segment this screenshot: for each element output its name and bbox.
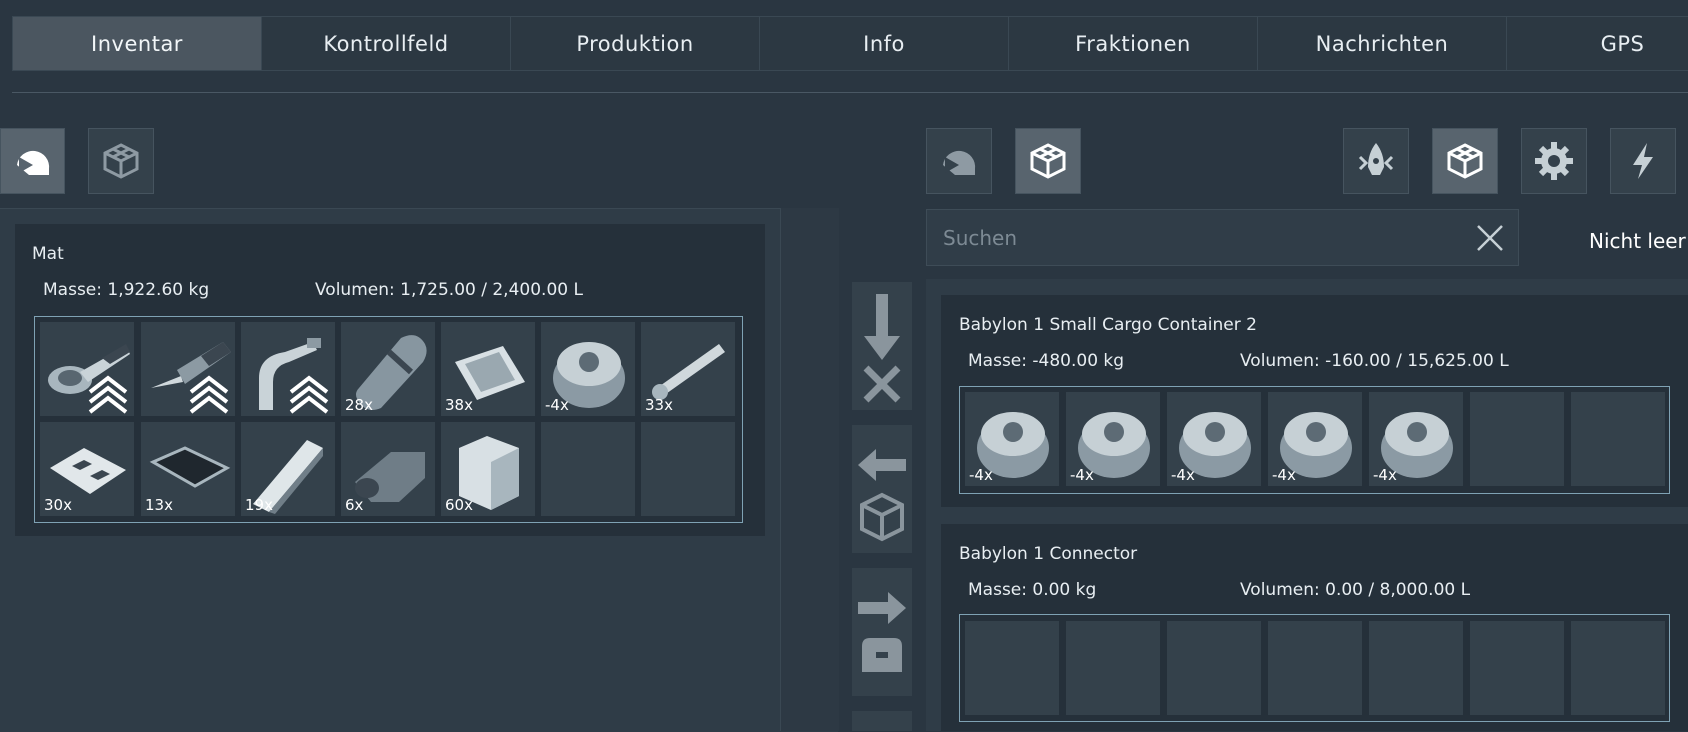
item-quantity: 6x (345, 496, 364, 514)
container-mass: Masse: 0.00 kg (968, 580, 1097, 600)
inventory-slot[interactable]: 13x (141, 422, 235, 516)
header-divider (12, 92, 1688, 93)
filter-not-empty-toggle[interactable]: Nicht leer (1589, 229, 1686, 253)
cube-icon (103, 143, 139, 179)
move-to-character-button[interactable] (852, 568, 912, 696)
inventory-slot-empty[interactable] (1066, 621, 1160, 715)
search-input[interactable] (941, 222, 1445, 254)
character-inventory-button[interactable] (0, 128, 65, 194)
inventory-volume: Volumen: 1,725.00 / 2,400.00 L (315, 280, 583, 300)
transfer-extra-button[interactable] (852, 711, 912, 731)
tab-gps[interactable]: GPS (1506, 16, 1688, 71)
inventory-slot[interactable]: -4x (1167, 392, 1261, 486)
inventory-slot[interactable]: 33x (641, 322, 735, 416)
inventory-mass: Masse: 1,922.60 kg (43, 280, 210, 300)
inventory-slot-empty[interactable] (641, 422, 735, 516)
arrow-left-cube-icon (858, 449, 906, 542)
rank-chevron-icon (189, 375, 229, 414)
inventory-slot-empty[interactable] (1167, 621, 1261, 715)
inventory-slot-empty[interactable] (1470, 621, 1564, 715)
inventory-slot-empty[interactable] (965, 621, 1059, 715)
inventory-slot[interactable] (40, 322, 134, 416)
cube-icon (1447, 143, 1483, 179)
inventory-slot-empty[interactable] (1268, 621, 1362, 715)
inventory-slot-empty[interactable] (541, 422, 635, 516)
rank-chevron-icon (88, 375, 128, 414)
inventory-slot-empty[interactable] (1369, 621, 1463, 715)
item-quantity: -4x (1272, 466, 1296, 484)
inventory-slot[interactable]: 6x (341, 422, 435, 516)
inventory-name: Mat (32, 244, 64, 264)
item-quantity: 13x (145, 496, 173, 514)
item-quantity: -4x (545, 396, 569, 414)
container-grid (959, 614, 1670, 722)
inventory-slot[interactable]: -4x (1369, 392, 1463, 486)
rank-chevron-icon (289, 375, 329, 414)
container-mass: Masse: -480.00 kg (968, 351, 1125, 371)
inventory-slot[interactable]: 28x (341, 322, 435, 416)
container-name: Babylon 1 Small Cargo Container 2 (959, 315, 1257, 335)
tab-info[interactable]: Info (759, 16, 1008, 71)
storage-filter-button[interactable] (1432, 128, 1498, 194)
helmet-icon (943, 150, 976, 175)
container-volume: Volumen: 0.00 / 8,000.00 L (1240, 580, 1471, 600)
inventory-slot[interactable]: -4x (965, 392, 1059, 486)
inventory-grid: 28x 38x -4x 33x 30x 13x 19x 6x 60x (34, 316, 743, 523)
transfer-all-down-button[interactable] (852, 282, 912, 410)
item-quantity: -4x (1070, 466, 1094, 484)
tab-kontrollfeld[interactable]: Kontrollfeld (261, 16, 510, 71)
inventory-slot[interactable]: -4x (541, 322, 635, 416)
top-tab-bar: Inventar Kontrollfeld Produktion Info Fr… (12, 16, 1688, 71)
inventory-slot[interactable]: -4x (1268, 392, 1362, 486)
arrow-down-x-icon (863, 294, 901, 403)
item-quantity: 38x (445, 396, 473, 414)
lightning-icon (1633, 143, 1653, 179)
grid-inventory-button[interactable] (88, 128, 154, 194)
search-box (926, 209, 1519, 266)
helmet-icon (16, 150, 49, 175)
rocket-icon (1358, 143, 1394, 175)
inventory-slot[interactable] (141, 322, 235, 416)
item-quantity: -4x (1171, 466, 1195, 484)
item-quantity: -4x (1373, 466, 1397, 484)
inventory-slot[interactable]: 19x (241, 422, 335, 516)
move-to-grid-button[interactable] (852, 425, 912, 553)
inventory-slot-empty[interactable] (1571, 621, 1665, 715)
inventory-slot[interactable]: 30x (40, 422, 134, 516)
inventory-slot-empty[interactable] (1470, 392, 1564, 486)
close-icon[interactable] (1474, 222, 1506, 254)
right-grid-inventory-button[interactable] (1015, 128, 1081, 194)
tab-fraktionen[interactable]: Fraktionen (1008, 16, 1257, 71)
tab-inventar[interactable]: Inventar (12, 16, 261, 71)
container-name: Babylon 1 Connector (959, 544, 1138, 564)
container-volume: Volumen: -160.00 / 15,625.00 L (1240, 351, 1509, 371)
right-character-inventory-button[interactable] (926, 128, 992, 194)
inventory-slot[interactable] (241, 322, 335, 416)
gear-icon (1535, 142, 1573, 180)
item-quantity: 19x (245, 496, 273, 514)
inventory-slot-empty[interactable] (1571, 392, 1665, 486)
left-scrollbar-track[interactable] (780, 208, 839, 731)
item-quantity: 60x (445, 496, 473, 514)
cube-icon (1030, 143, 1066, 179)
tab-nachrichten[interactable]: Nachrichten (1257, 16, 1506, 71)
ship-filter-button[interactable] (1343, 128, 1409, 194)
inventory-slot[interactable]: -4x (1066, 392, 1160, 486)
systems-filter-button[interactable] (1521, 128, 1587, 194)
inventory-slot[interactable]: 60x (441, 422, 535, 516)
arrow-right-chest-icon (858, 592, 906, 672)
energy-filter-button[interactable] (1610, 128, 1676, 194)
item-quantity: 28x (345, 396, 373, 414)
item-quantity: 33x (645, 396, 673, 414)
item-quantity: -4x (969, 466, 993, 484)
tab-produktion[interactable]: Produktion (510, 16, 759, 71)
inventory-slot[interactable]: 38x (441, 322, 535, 416)
container-grid: -4x -4x -4x -4x -4x (959, 386, 1670, 494)
item-quantity: 30x (44, 496, 72, 514)
